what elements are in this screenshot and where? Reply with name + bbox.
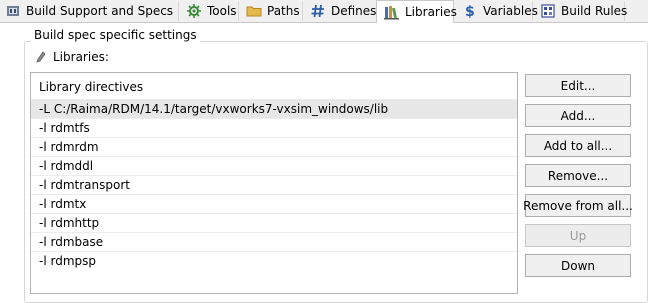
list-item[interactable]: -l rdmrdm <box>31 137 517 156</box>
tab-label: Build Rules <box>561 4 628 18</box>
list-item[interactable]: -l rdmtx <box>31 194 517 213</box>
folder-icon <box>246 3 262 19</box>
list-item[interactable]: -L C:/Raima/RDM/14.1/target/vxworks7-vxs… <box>31 99 517 118</box>
svg-text:$: $ <box>465 4 475 19</box>
tab-variables[interactable]: $ Variables <box>455 1 538 21</box>
build-support-icon <box>5 3 21 19</box>
list-item[interactable]: -l rdmtfs <box>31 118 517 137</box>
up-button[interactable]: Up <box>525 224 631 247</box>
libraries-label: Libraries: <box>53 50 109 64</box>
build-rules-icon <box>540 3 556 19</box>
list-item[interactable]: -l rdmddl <box>31 156 517 175</box>
tab-label: Paths <box>267 4 300 18</box>
list-header: Library directives <box>39 80 144 94</box>
libraries-label-row: Libraries: <box>36 50 109 64</box>
list-item[interactable]: -l rdmhttp <box>31 213 517 232</box>
tab-defines[interactable]: Defines <box>303 1 377 21</box>
tab-bar: Build Support and Specs Tools Paths Defi… <box>0 0 648 23</box>
down-button[interactable]: Down <box>525 254 631 277</box>
library-directives-list[interactable]: Library directives -L C:/Raima/RDM/14.1/… <box>30 72 518 294</box>
tab-label: Defines <box>331 4 377 18</box>
tab-build-rules[interactable]: Build Rules <box>533 1 628 21</box>
list-item[interactable]: -l rdmtransport <box>31 175 517 194</box>
list-item[interactable]: -l rdmbase <box>31 232 517 251</box>
libraries-icon <box>384 4 400 20</box>
remove-button[interactable]: Remove... <box>525 164 631 187</box>
group-title: Build spec specific settings <box>31 28 200 42</box>
tab-label: Tools <box>207 4 237 18</box>
tab-paths[interactable]: Paths <box>239 1 303 21</box>
tab-build-support-and-specs[interactable]: Build Support and Specs <box>0 1 179 21</box>
tools-icon <box>186 3 202 19</box>
tab-label: Build Support and Specs <box>26 4 174 18</box>
tab-label: Libraries <box>405 5 457 19</box>
pencil-icon <box>36 51 46 63</box>
dollar-icon: $ <box>462 3 478 20</box>
add-to-all-button[interactable]: Add to all... <box>525 134 631 157</box>
tab-tools[interactable]: Tools <box>179 1 239 21</box>
tab-label: Variables <box>483 4 538 18</box>
list-item[interactable]: -l rdmpsp <box>31 251 517 270</box>
edit-button[interactable]: Edit... <box>525 74 631 97</box>
add-button[interactable]: Add... <box>525 104 631 127</box>
remove-from-all-button[interactable]: Remove from all... <box>523 194 633 217</box>
hash-icon <box>310 3 326 19</box>
tab-libraries[interactable]: Libraries <box>376 0 457 23</box>
